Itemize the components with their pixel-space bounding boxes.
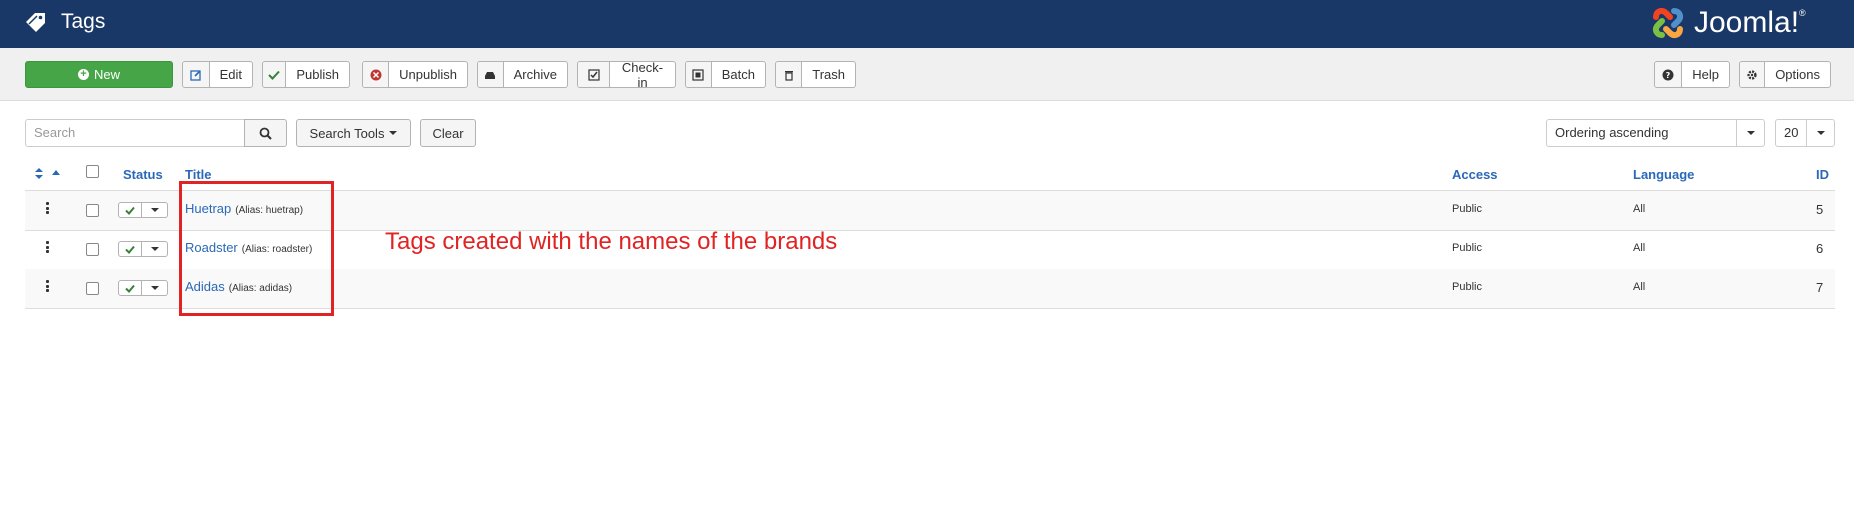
published-check-icon[interactable] [118,202,142,218]
row-checkbox[interactable] [86,243,99,256]
access-value: Public [1452,203,1482,215]
status-dropdown[interactable] [142,280,168,296]
checkbox-icon [578,62,610,87]
title-column-header[interactable]: Title [185,167,212,182]
svg-text:?: ? [1666,71,1671,80]
header-bar: Tags Joomla! ® [0,0,1854,48]
sort-ascending-icon[interactable] [52,170,60,175]
row-checkbox[interactable] [86,204,99,217]
joomla-logo: Joomla! ® [1648,3,1806,43]
batch-icon [686,62,712,87]
trash-button[interactable]: Trash [775,61,856,88]
language-value: All [1633,203,1646,215]
help-icon: ? [1655,62,1683,87]
unpublish-icon [363,62,390,87]
id-value: 7 [1816,280,1824,295]
caret-down-icon [150,247,159,251]
language-value: All [1633,281,1646,293]
status-toggle[interactable] [118,241,168,257]
toolbar: + New Edit Publish Unpublish Archive Chec… [0,48,1854,101]
checkin-button[interactable]: Check-in [577,60,676,90]
joomla-logo-icon [1652,7,1684,39]
archive-button[interactable]: Archive [477,61,568,88]
options-button[interactable]: Options [1739,61,1831,88]
check-icon [263,62,287,87]
archive-icon [478,62,504,87]
plus-icon: + [77,69,89,80]
annotation-highlight-box [179,181,334,316]
search-button[interactable] [244,119,287,147]
unpublish-button[interactable]: Unpublish [362,61,468,88]
annotation-text: Tags created with the names of the brand… [385,228,838,255]
published-check-icon[interactable] [118,241,142,257]
caret-down-icon [389,131,398,135]
limit-select[interactable]: 20 [1775,119,1835,147]
caret-down-icon [150,286,159,290]
caret-down-icon [1736,120,1764,146]
drag-handle-icon[interactable] [46,202,49,214]
status-toggle[interactable] [118,280,168,296]
drag-handle-icon[interactable] [46,280,49,292]
language-value: All [1633,242,1646,254]
search-icon [259,127,272,140]
publish-button[interactable]: Publish [262,61,350,88]
edit-icon [183,62,210,87]
status-column-header[interactable]: Status [123,167,163,182]
id-column-header[interactable]: ID [1816,167,1829,182]
access-column-header[interactable]: Access [1452,167,1498,182]
drag-handle-icon[interactable] [46,241,49,253]
row-checkbox[interactable] [86,282,99,295]
language-column-header[interactable]: Language [1633,167,1694,182]
tag-icon [26,13,45,32]
new-button[interactable]: + New [25,61,173,88]
clear-button[interactable]: Clear [420,119,476,147]
select-all-checkbox[interactable] [86,165,99,178]
sort-icon[interactable] [35,168,43,179]
status-dropdown[interactable] [142,241,168,257]
status-dropdown[interactable] [142,202,168,218]
caret-down-icon [1806,120,1834,146]
caret-down-icon [150,208,159,212]
help-button[interactable]: ? Help [1654,61,1730,88]
access-value: Public [1452,281,1482,293]
id-value: 6 [1816,241,1824,256]
search-tools-button[interactable]: Search Tools [296,119,411,147]
batch-button[interactable]: Batch [685,61,766,88]
gear-icon [1740,62,1766,87]
search-input[interactable]: Search [25,119,245,147]
published-check-icon[interactable] [118,280,142,296]
id-value: 5 [1816,202,1824,217]
ordering-select[interactable]: Ordering ascending [1546,119,1765,147]
status-toggle[interactable] [118,202,168,218]
trash-icon [776,62,803,87]
page-title: Tags [61,10,106,33]
edit-button[interactable]: Edit [182,61,253,88]
access-value: Public [1452,242,1482,254]
